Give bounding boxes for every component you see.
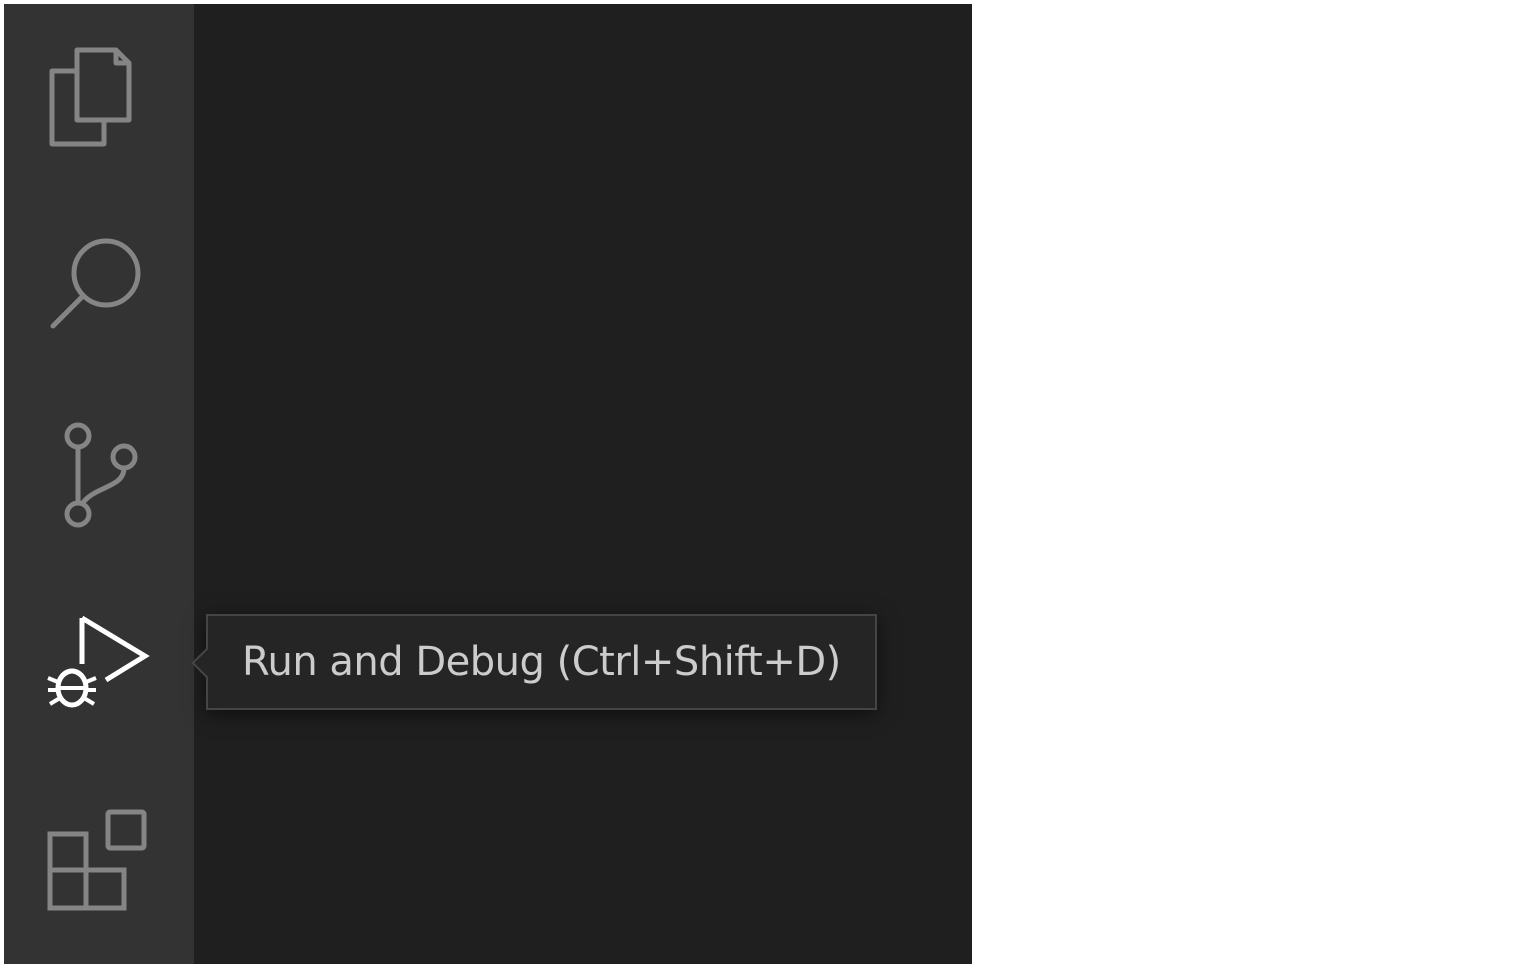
activity-bar [4,4,194,964]
tooltip: Run and Debug (Ctrl+Shift+D) [191,614,877,710]
source-control-icon [44,420,154,530]
search-icon [44,230,154,340]
vscode-window [4,4,972,964]
tooltip-text: Run and Debug (Ctrl+Shift+D) [242,639,841,685]
activity-item-run-and-debug[interactable] [4,572,194,762]
activity-item-search[interactable] [4,190,194,380]
activity-item-source-control[interactable] [4,380,194,570]
run-debug-icon [44,612,154,722]
activity-item-explorer[interactable] [4,4,194,194]
extensions-icon [44,806,154,916]
activity-item-extensions[interactable] [4,766,194,956]
files-icon [44,44,154,154]
editor-area [194,4,972,964]
